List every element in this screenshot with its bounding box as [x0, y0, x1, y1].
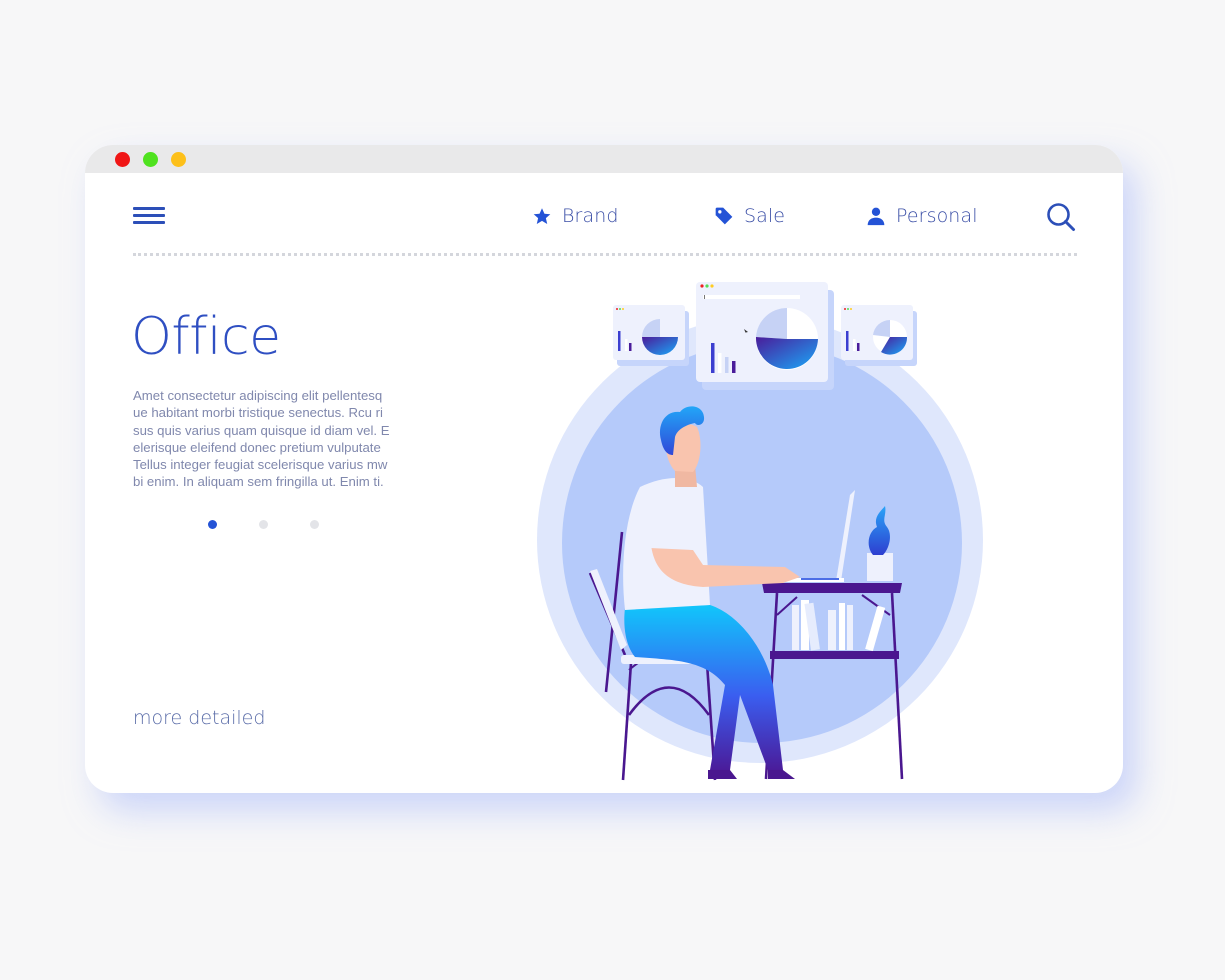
title-bar — [85, 145, 1123, 173]
menu-line — [133, 221, 165, 224]
search-icon — [1047, 203, 1075, 231]
pager-dot-1[interactable] — [208, 520, 217, 529]
more-detailed-link[interactable]: more detailed — [133, 707, 265, 729]
nav-item-brand[interactable]: Brand — [532, 203, 619, 229]
tag-icon — [715, 207, 733, 225]
menu-line — [133, 214, 165, 217]
user-icon — [867, 207, 885, 226]
close-window-button[interactable] — [115, 152, 130, 167]
nav-item-sale[interactable]: Sale — [714, 203, 785, 229]
header-divider — [133, 253, 1077, 256]
hero-description: Amet consectetur adipiscing elit pellent… — [133, 388, 390, 490]
nav-item-personal[interactable]: Personal — [866, 203, 978, 229]
chart-window-left — [613, 305, 689, 366]
maximize-window-button[interactable] — [143, 152, 158, 167]
nav-label-personal: Personal — [896, 205, 978, 227]
pager-dot-3[interactable] — [310, 520, 319, 529]
search-button[interactable] — [1045, 201, 1077, 233]
pager-dot-2[interactable] — [259, 520, 268, 529]
nav-label-sale: Sale — [744, 205, 786, 227]
nav-label-brand: Brand — [562, 205, 619, 227]
minimize-window-button[interactable] — [171, 152, 186, 167]
office-illustration — [537, 282, 983, 781]
chart-window-right — [841, 305, 917, 366]
browser-window: Brand Sale Personal Office Amet consecte… — [85, 145, 1123, 793]
page-title: Office — [131, 307, 281, 367]
carousel-pager — [208, 520, 319, 529]
star-icon — [533, 207, 551, 224]
chart-window-center — [696, 282, 834, 390]
hamburger-menu-icon[interactable] — [133, 206, 165, 226]
menu-line — [133, 207, 165, 210]
